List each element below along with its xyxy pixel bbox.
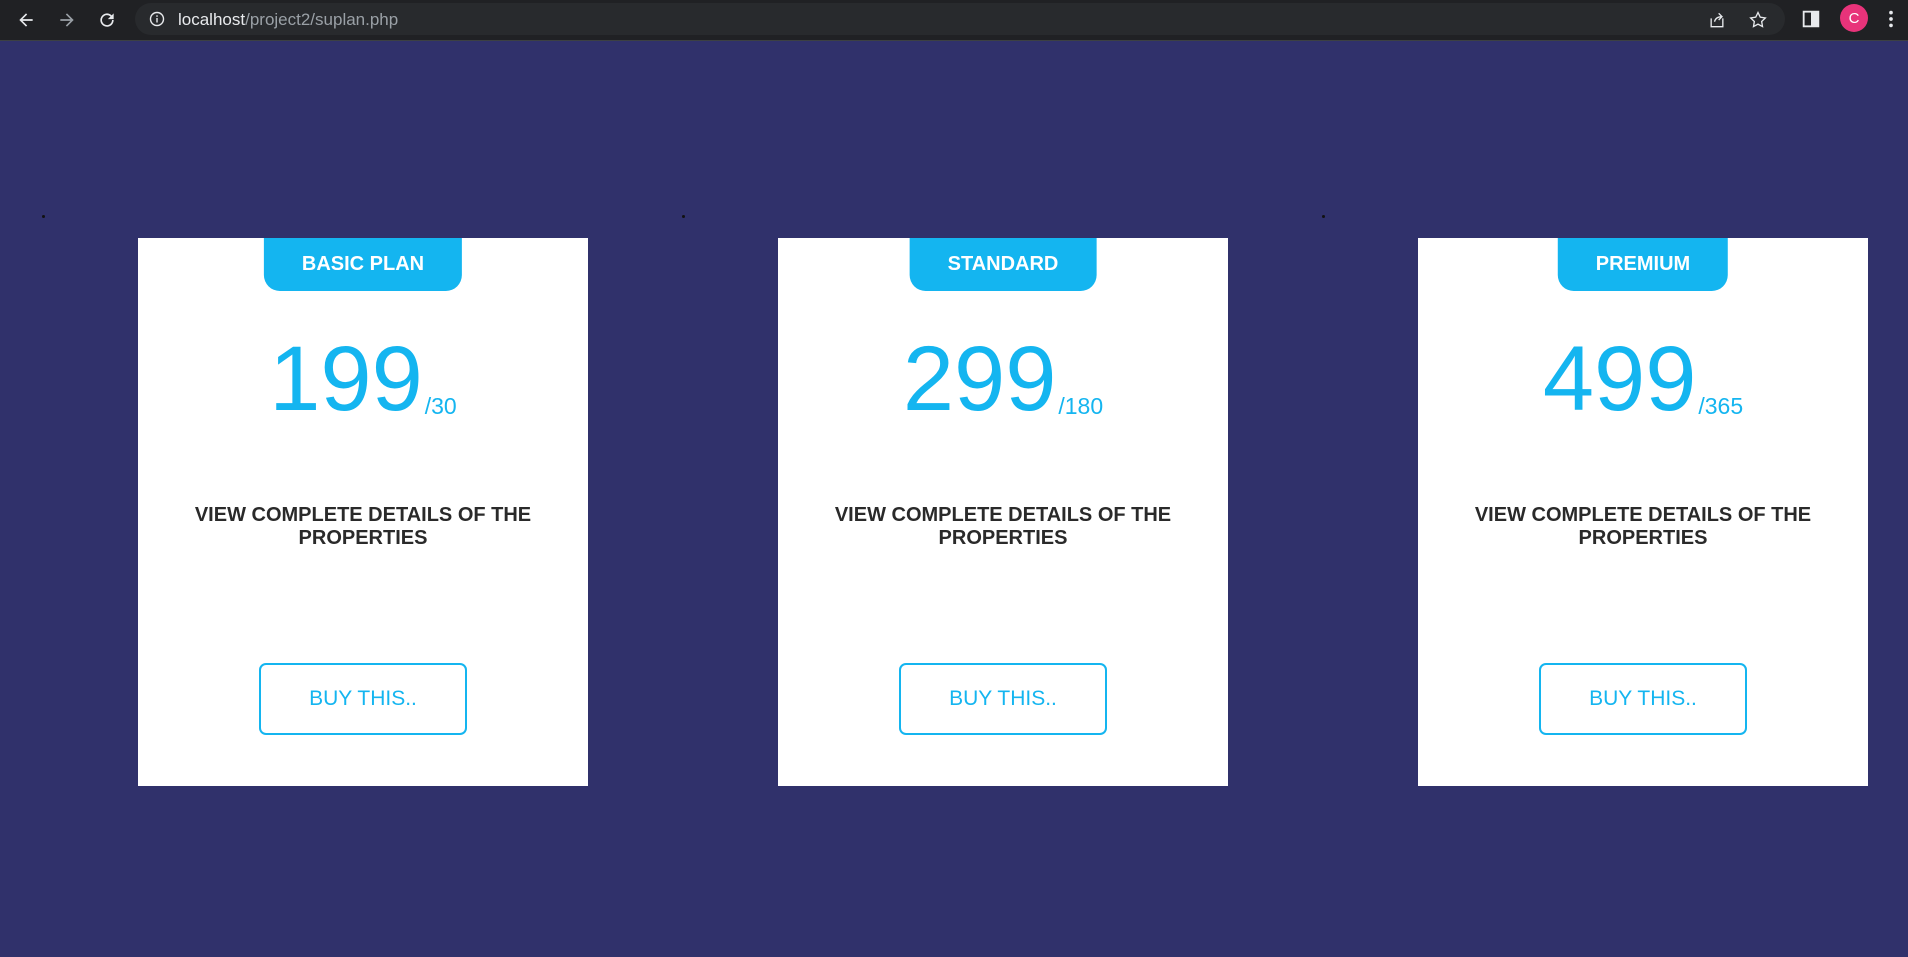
address-bar[interactable]: localhost/project2/suplan.php xyxy=(135,3,1785,35)
buy-button[interactable]: BUY THIS.. xyxy=(899,663,1107,735)
plan-name: PREMIUM xyxy=(1557,238,1729,291)
plan-card-premium: PREMIUM 499 /365 VIEW COMPLETE DETAILS O… xyxy=(1418,238,1868,786)
plan-name: STANDARD xyxy=(909,238,1097,291)
toolbar-divider xyxy=(0,40,1908,41)
stray-dot xyxy=(682,215,685,218)
stray-dot xyxy=(1322,215,1325,218)
price-period: /30 xyxy=(424,393,457,419)
plan-card-basic: BASIC PLAN 199 /30 VIEW COMPLETE DETAILS… xyxy=(138,238,588,786)
star-icon[interactable] xyxy=(1748,10,1768,30)
buy-button[interactable]: BUY THIS.. xyxy=(1539,663,1747,735)
forward-icon[interactable] xyxy=(53,6,81,34)
browser-toolbar: localhost/project2/suplan.php C xyxy=(0,0,1908,40)
menu-icon[interactable] xyxy=(1880,8,1902,30)
price-amount: 199 xyxy=(269,328,423,430)
plan-description: VIEW COMPLETE DETAILS OF THE PROPERTIES xyxy=(1474,504,1812,549)
price-amount: 299 xyxy=(902,328,1057,430)
plan-description: VIEW COMPLETE DETAILS OF THE PROPERTIES xyxy=(194,504,532,549)
back-icon[interactable] xyxy=(12,6,40,34)
avatar[interactable]: C xyxy=(1840,4,1868,32)
plan-name: BASIC PLAN xyxy=(263,238,463,291)
url-text[interactable]: localhost/project2/suplan.php xyxy=(178,10,398,30)
plan-price: 499 /365 xyxy=(1418,328,1868,430)
price-period: /365 xyxy=(1698,393,1744,419)
price-period: /180 xyxy=(1058,393,1104,419)
buy-button[interactable]: BUY THIS.. xyxy=(259,663,467,735)
plan-description: VIEW COMPLETE DETAILS OF THE PROPERTIES xyxy=(834,504,1172,549)
share-icon[interactable] xyxy=(1707,10,1727,30)
stray-dot xyxy=(42,215,45,218)
side-panel-icon[interactable] xyxy=(1800,8,1822,30)
price-amount: 499 xyxy=(1542,328,1697,430)
reload-icon[interactable] xyxy=(93,6,121,34)
plan-card-standard: STANDARD 299 /180 VIEW COMPLETE DETAILS … xyxy=(778,238,1228,786)
info-icon[interactable] xyxy=(149,11,165,27)
plan-price: 199 /30 xyxy=(138,328,588,430)
plan-price: 299 /180 xyxy=(778,328,1228,430)
